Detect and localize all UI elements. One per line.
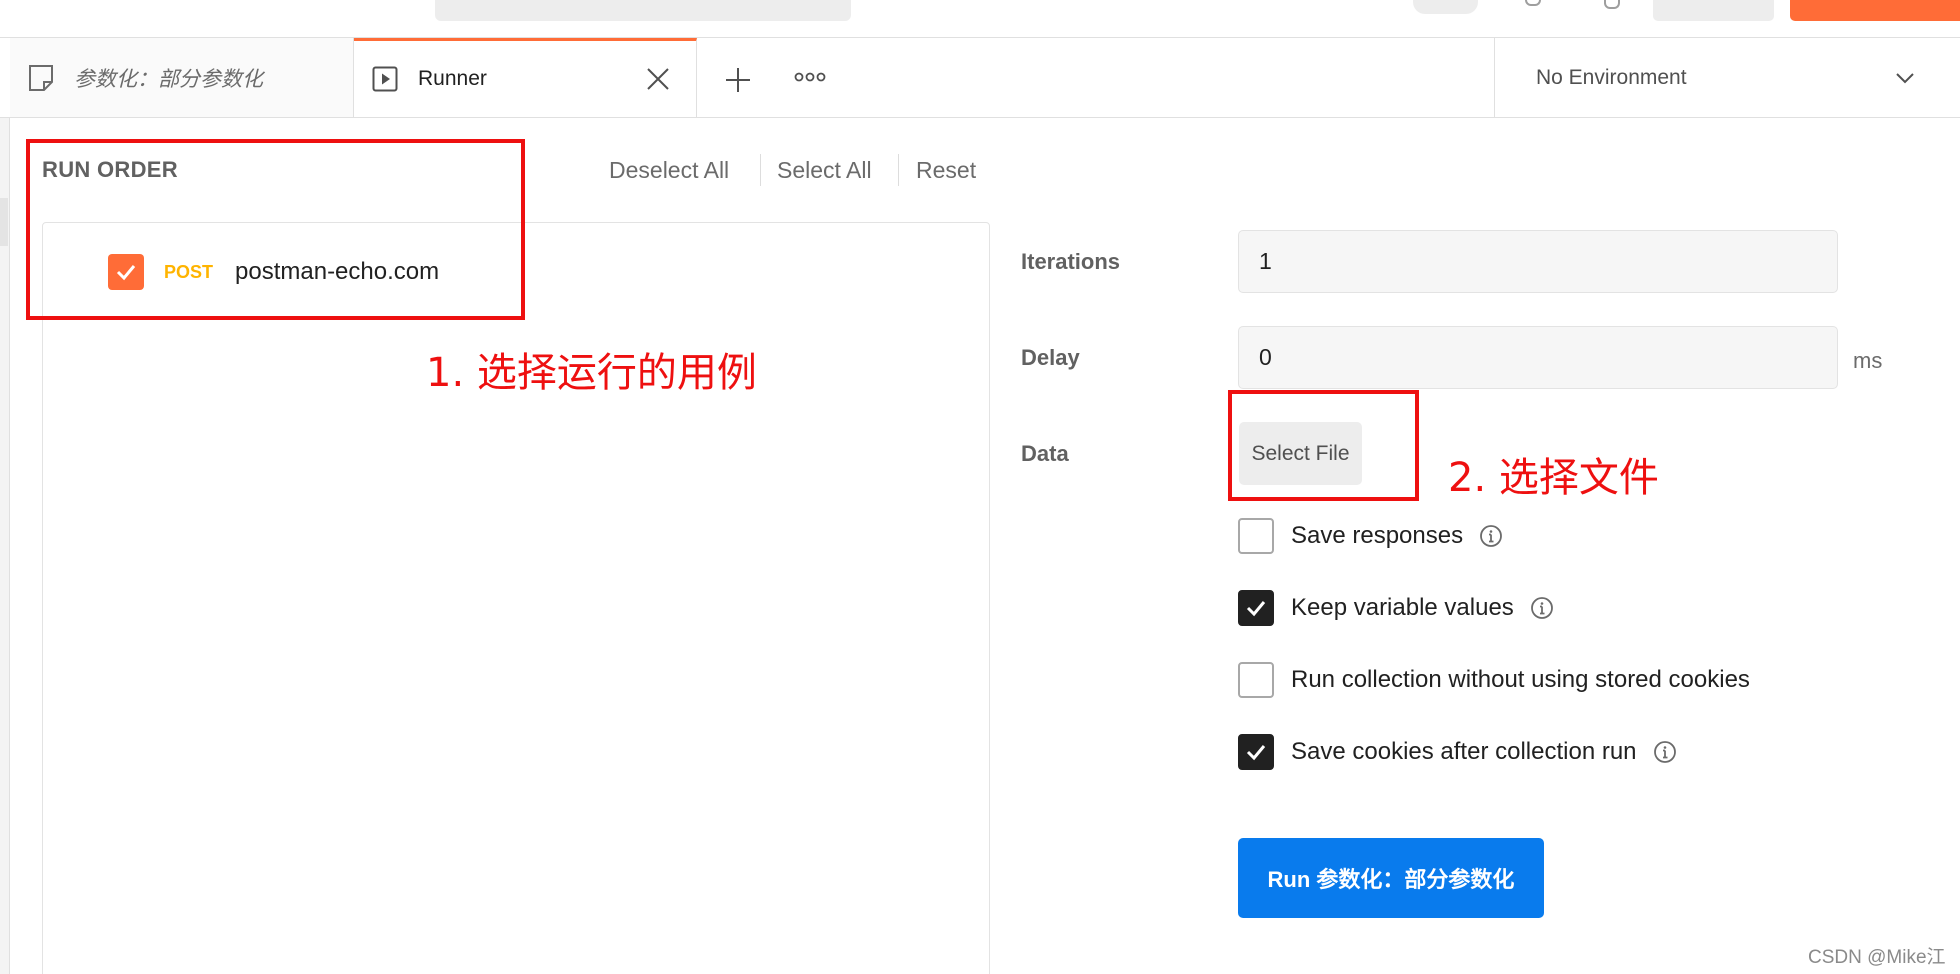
runner-play-icon [372,66,398,92]
option-label: Keep variable values [1291,594,1514,621]
info-icon[interactable] [1653,740,1677,764]
option-label: Run collection without using stored cook… [1291,666,1750,693]
keep-variable-values-checkbox[interactable] [1238,590,1274,626]
plus-icon[interactable] [720,62,756,98]
notification-bell-icon[interactable] [1604,0,1620,9]
option-keep-variable-values[interactable]: Keep variable values [1238,589,1554,627]
option-run-without-cookies[interactable]: Run collection without using stored cook… [1238,661,1750,699]
divider [1494,38,1495,118]
annotation-box-select-file [1228,390,1419,501]
option-save-cookies[interactable]: Save cookies after collection run [1238,733,1677,771]
select-all-button[interactable]: Select All [777,157,872,184]
option-label: Save cookies after collection run [1291,738,1637,765]
iterations-input[interactable]: 1 [1238,230,1838,293]
annotation-step-1: 1. 选择运行的用例 [426,350,757,396]
check-icon [1246,745,1266,761]
delay-unit: ms [1853,348,1883,373]
sidebar-handle[interactable] [0,198,8,246]
tab-runner[interactable]: Runner [354,38,697,117]
option-save-responses[interactable]: Save responses [1238,517,1503,555]
annotation-box-run-order [26,139,525,320]
info-icon[interactable] [1530,596,1554,620]
sidebar-edge [0,118,10,974]
check-icon [1246,601,1266,617]
run-collection-button[interactable]: Run 参数化：部分参数化 [1238,838,1544,918]
chevron-down-icon[interactable] [1893,70,1917,86]
delay-input[interactable]: 0 [1238,326,1838,389]
reset-button[interactable]: Reset [916,157,976,184]
data-label: Data [1021,441,1069,466]
iterations-label: Iterations [1021,249,1121,274]
delay-label: Delay [1021,345,1080,370]
divider [760,154,761,186]
annotation-step-2: 2. 选择文件 [1448,455,1659,501]
run-without-cookies-checkbox[interactable] [1238,662,1274,698]
deselect-all-button[interactable]: Deselect All [609,157,729,184]
save-responses-checkbox[interactable] [1238,518,1274,554]
more-options-icon[interactable] [794,70,826,84]
search-input[interactable] [435,0,851,21]
run-order-list [42,222,990,974]
request-doc-icon [29,64,53,91]
sign-in-button[interactable] [1653,0,1774,21]
info-icon[interactable] [1479,524,1503,548]
upgrade-button[interactable] [1790,0,1960,21]
close-icon[interactable] [644,65,672,93]
environment-selector[interactable]: No Environment [1536,66,1687,90]
tab-label: Runner [418,67,487,90]
toolbar-search-toggle[interactable] [1413,0,1478,14]
tab-label: 参数化：部分参数化 [74,67,263,91]
save-cookies-checkbox[interactable] [1238,734,1274,770]
watermark: CSDN @Mike江 [1808,947,1946,968]
tab-request[interactable]: 参数化：部分参数化 [10,38,354,117]
option-label: Save responses [1291,522,1464,549]
divider [898,154,899,186]
